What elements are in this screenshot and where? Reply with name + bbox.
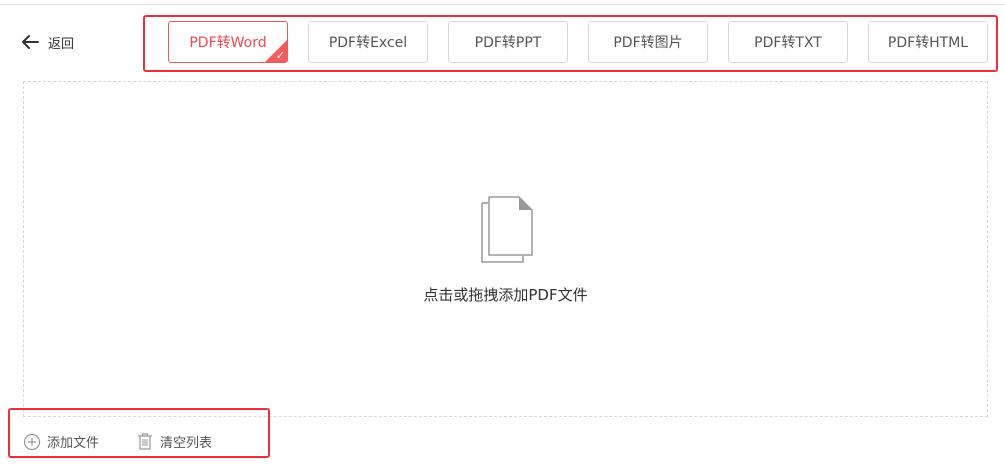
dropzone-prompt: 点击或拖拽添加PDF文件 xyxy=(423,286,588,304)
tab-label: PDF转Word xyxy=(189,35,267,51)
arrow-left-icon xyxy=(20,34,40,50)
add-file-label: 添加文件 xyxy=(47,436,100,451)
tab-label: PDF转TXT xyxy=(754,35,822,51)
tab-pdf-to-word[interactable]: PDF转Word ✓ xyxy=(168,21,288,63)
document-stack-icon xyxy=(479,195,535,269)
tab-pdf-to-txt[interactable]: PDF转TXT xyxy=(728,21,848,63)
plus-circle-icon xyxy=(23,433,41,451)
conversion-tabs: PDF转Word ✓ PDF转Excel PDF转PPT PDF转图片 PDF转… xyxy=(143,15,998,72)
clear-list-button[interactable]: 清空列表 xyxy=(136,432,212,451)
clear-list-label: 清空列表 xyxy=(160,436,213,451)
header-divider xyxy=(0,4,1005,5)
add-file-button[interactable]: 添加文件 xyxy=(23,432,99,451)
tab-label: PDF转HTML xyxy=(887,35,969,51)
tab-pdf-to-excel[interactable]: PDF转Excel xyxy=(308,21,428,63)
checkmark-icon: ✓ xyxy=(275,49,285,62)
tab-label: PDF转PPT xyxy=(474,35,542,51)
tab-pdf-to-image[interactable]: PDF转图片 xyxy=(588,21,708,63)
tab-pdf-to-ppt[interactable]: PDF转PPT xyxy=(448,21,568,63)
back-label: 返回 xyxy=(48,36,75,52)
tab-label: PDF转图片 xyxy=(613,35,683,51)
trash-icon xyxy=(136,432,154,451)
tab-pdf-to-html[interactable]: PDF转HTML xyxy=(868,21,988,63)
file-dropzone[interactable]: 点击或拖拽添加PDF文件 xyxy=(23,81,988,417)
back-button[interactable]: 返回 xyxy=(20,30,74,54)
tab-label: PDF转Excel xyxy=(328,35,408,51)
file-actions: 添加文件 清空列表 xyxy=(8,408,270,458)
